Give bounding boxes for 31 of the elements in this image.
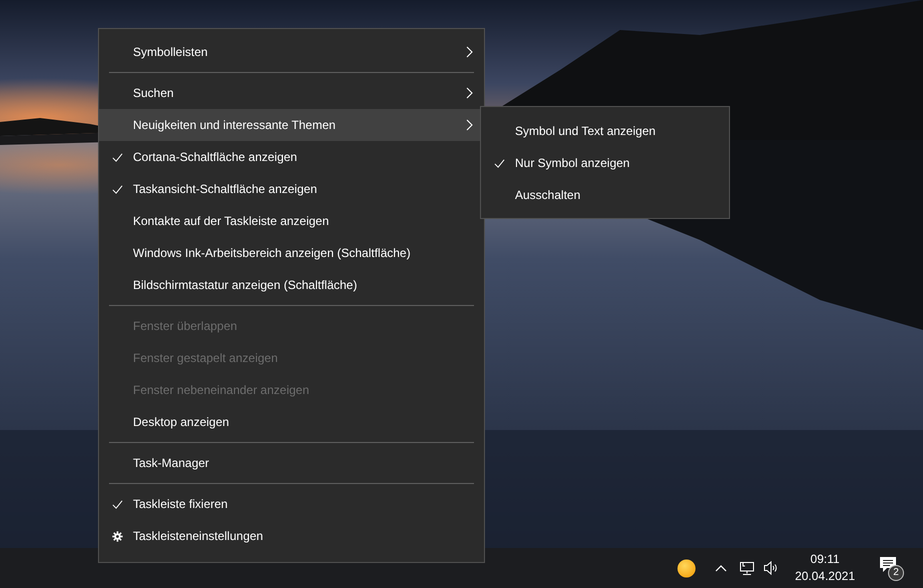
menu-item[interactable]: Symbolleisten xyxy=(99,36,484,68)
menu-item[interactable]: Taskleisteneinstellungen xyxy=(99,520,484,552)
menu-item[interactable]: Ausschalten xyxy=(481,179,729,211)
menu-item[interactable]: Cortana-Schaltfläche anzeigen xyxy=(99,141,484,173)
menu-item[interactable]: Bildschirmtastatur anzeigen (Schaltfläche) xyxy=(99,269,484,301)
notification-badge: 2 xyxy=(888,565,904,581)
chevron-right-icon xyxy=(466,87,473,99)
menu-item[interactable]: Kontakte auf der Taskleiste anzeigen xyxy=(99,205,484,237)
clock-time: 09:11 xyxy=(810,551,840,568)
chevron-up-icon[interactable] xyxy=(714,564,727,572)
checkmark-icon xyxy=(112,152,122,162)
chevron-right-icon xyxy=(466,46,473,58)
menu-item[interactable]: Taskleiste fixieren xyxy=(99,488,484,520)
network-icon[interactable] xyxy=(738,560,755,576)
gear-icon xyxy=(112,530,122,542)
sun-icon[interactable] xyxy=(676,558,696,578)
menu-item[interactable]: Desktop anzeigen xyxy=(99,406,484,438)
clock-date: 20.04.2021 xyxy=(794,568,855,585)
chevron-right-icon xyxy=(466,119,473,131)
checkmark-icon xyxy=(494,158,504,168)
menu-item[interactable]: Nur Symbol anzeigen xyxy=(481,147,729,179)
clock[interactable]: 09:11 20.04.2021 xyxy=(794,551,855,585)
menu-item[interactable]: Suchen xyxy=(99,77,484,109)
menu-item[interactable]: Windows Ink-Arbeitsbereich anzeigen (Schaltfläche) xyxy=(99,237,484,269)
checkmark-icon xyxy=(112,184,122,194)
checkmark-icon xyxy=(112,498,122,510)
speaker-icon[interactable] xyxy=(762,560,779,576)
menu-item[interactable]: Task-Manager xyxy=(99,447,484,479)
menu-item[interactable]: Taskansicht-Schaltfläche anzeigen xyxy=(99,173,484,205)
notification-button[interactable]: 2 xyxy=(879,556,901,580)
menu-item[interactable]: Symbol und Text anzeigen xyxy=(481,115,729,147)
